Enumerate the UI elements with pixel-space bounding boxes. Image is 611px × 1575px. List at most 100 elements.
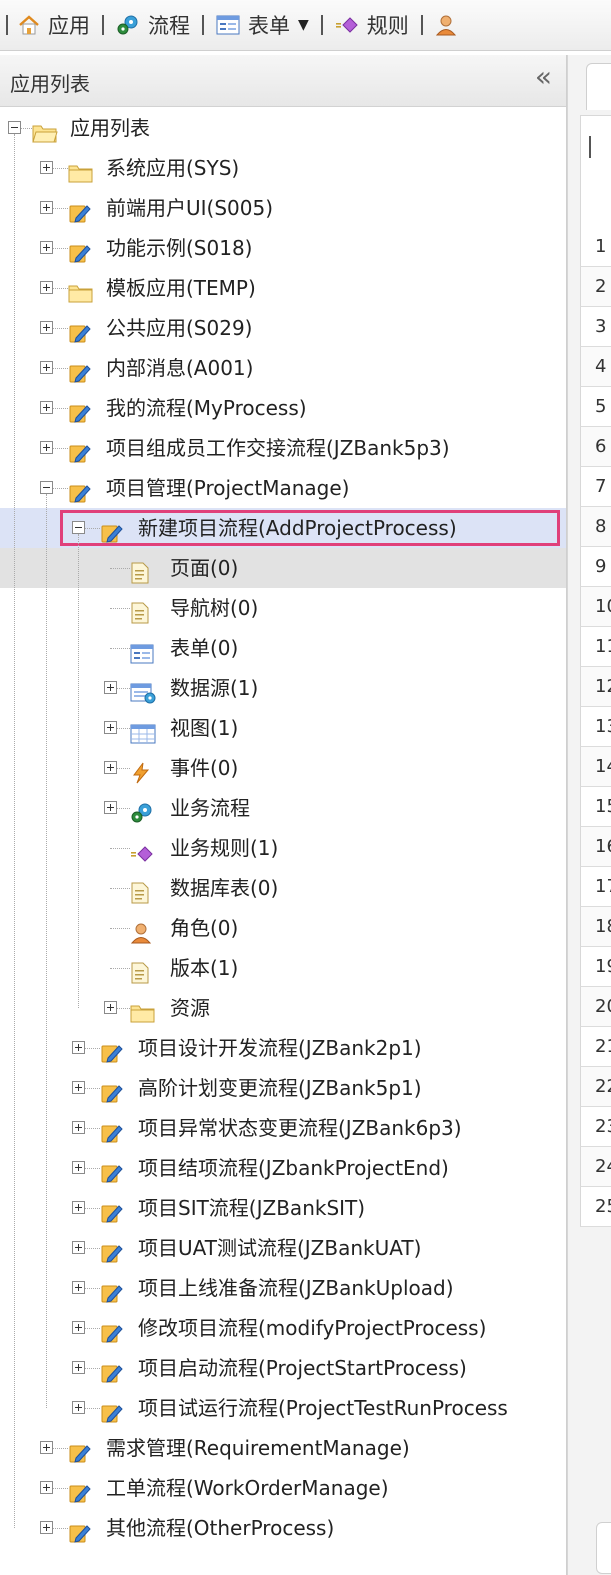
expand-icon[interactable] bbox=[104, 1001, 117, 1014]
tree-node[interactable]: 其他流程(OtherProcess) bbox=[0, 1508, 566, 1548]
tree-connector bbox=[85, 1328, 100, 1329]
collapse-icon[interactable] bbox=[8, 121, 21, 134]
expand-icon[interactable] bbox=[72, 1121, 85, 1134]
tree-node[interactable]: 模板应用(TEMP) bbox=[0, 268, 566, 308]
grid-row-number[interactable]: 16 bbox=[580, 827, 611, 867]
expand-icon[interactable] bbox=[40, 281, 53, 294]
tree-node[interactable]: 项目启动流程(ProjectStartProcess) bbox=[0, 1348, 566, 1388]
tree-node[interactable]: 导航树(0) bbox=[0, 588, 566, 628]
expand-icon[interactable] bbox=[72, 1241, 85, 1254]
tree-node[interactable]: 内部消息(A001) bbox=[0, 348, 566, 388]
tree-node[interactable]: 新建项目流程(AddProjectProcess) bbox=[0, 508, 566, 548]
grid-row-number[interactable]: 8 bbox=[580, 507, 611, 547]
tree-node[interactable]: 公共应用(S029) bbox=[0, 308, 566, 348]
expand-icon[interactable] bbox=[40, 1521, 53, 1534]
toolbar-rule-button[interactable]: 规则 bbox=[335, 10, 409, 40]
expand-icon[interactable] bbox=[72, 1201, 85, 1214]
grid-row-number[interactable]: 9 bbox=[580, 547, 611, 587]
tree-node[interactable]: 工单流程(WorkOrderManage) bbox=[0, 1468, 566, 1508]
tree-node[interactable]: 表单(0) bbox=[0, 628, 566, 668]
expand-icon[interactable] bbox=[40, 1481, 53, 1494]
tree-node[interactable]: 需求管理(RequirementManage) bbox=[0, 1428, 566, 1468]
expand-icon[interactable] bbox=[40, 321, 53, 334]
tree-node[interactable]: 页面(0) bbox=[0, 548, 566, 588]
content-tab[interactable] bbox=[586, 63, 611, 110]
collapse-panel-button[interactable]: « bbox=[535, 63, 552, 91]
grid-row-number[interactable]: 24 bbox=[580, 1147, 611, 1187]
toolbar-form-button[interactable]: 表单 ▼ bbox=[216, 10, 309, 40]
grid-pager-button[interactable] bbox=[596, 1522, 611, 1574]
grid-row-number[interactable]: 4 bbox=[580, 347, 611, 387]
expand-icon[interactable] bbox=[104, 801, 117, 814]
grid-row-number[interactable]: 2 bbox=[580, 267, 611, 307]
expand-icon[interactable] bbox=[40, 201, 53, 214]
expand-icon[interactable] bbox=[40, 161, 53, 174]
tree-node[interactable]: 高阶计划变更流程(JZBank5p1) bbox=[0, 1068, 566, 1108]
tree-node[interactable]: 系统应用(SYS) bbox=[0, 148, 566, 188]
collapse-icon[interactable] bbox=[72, 521, 85, 534]
grid-row-number[interactable]: 6 bbox=[580, 427, 611, 467]
grid-row-number[interactable]: 3 bbox=[580, 307, 611, 347]
expand-icon[interactable] bbox=[40, 1441, 53, 1454]
grid-row-number[interactable]: 15 bbox=[580, 787, 611, 827]
tree-node[interactable]: 项目设计开发流程(JZBank2p1) bbox=[0, 1028, 566, 1068]
toolbar-user-button[interactable] bbox=[435, 14, 465, 36]
expand-icon[interactable] bbox=[104, 681, 117, 694]
grid-row-number[interactable]: 22 bbox=[580, 1067, 611, 1107]
grid-row-number[interactable]: 12 bbox=[580, 667, 611, 707]
tree-node[interactable]: 项目异常状态变更流程(JZBank6p3) bbox=[0, 1108, 566, 1148]
toolbar-home-button[interactable]: 应用 bbox=[18, 10, 90, 40]
expand-icon[interactable] bbox=[72, 1161, 85, 1174]
expand-icon[interactable] bbox=[40, 401, 53, 414]
tree-node[interactable]: 事件(0) bbox=[0, 748, 566, 788]
expand-icon[interactable] bbox=[104, 761, 117, 774]
tree-node[interactable]: 前端用户UI(S005) bbox=[0, 188, 566, 228]
expand-icon[interactable] bbox=[72, 1361, 85, 1374]
tree-node[interactable]: 应用列表 bbox=[0, 108, 566, 148]
tree-node[interactable]: 项目上线准备流程(JZBankUpload) bbox=[0, 1268, 566, 1308]
tree-node[interactable]: 项目试运行流程(ProjectTestRunProcess bbox=[0, 1388, 566, 1428]
toolbar-gears-button[interactable]: 流程 bbox=[116, 10, 190, 40]
tree-node[interactable]: 视图(1) bbox=[0, 708, 566, 748]
grid-row-number[interactable]: 25 bbox=[580, 1187, 611, 1227]
expand-icon[interactable] bbox=[72, 1081, 85, 1094]
tree-node[interactable]: 业务规则(1) bbox=[0, 828, 566, 868]
tree-node[interactable]: 业务流程 bbox=[0, 788, 566, 828]
grid-row-number[interactable]: 1 bbox=[580, 227, 611, 267]
tree-node[interactable]: 数据源(1) bbox=[0, 668, 566, 708]
expand-icon[interactable] bbox=[72, 1401, 85, 1414]
tree-node[interactable]: 数据库表(0) bbox=[0, 868, 566, 908]
expand-icon[interactable] bbox=[40, 361, 53, 374]
expand-icon[interactable] bbox=[72, 1041, 85, 1054]
tree-node[interactable]: 我的流程(MyProcess) bbox=[0, 388, 566, 428]
grid-row-number[interactable]: 18 bbox=[580, 907, 611, 947]
tree-node[interactable]: 版本(1) bbox=[0, 948, 566, 988]
grid-row-number[interactable]: 10 bbox=[580, 587, 611, 627]
tree-node[interactable]: 功能示例(S018) bbox=[0, 228, 566, 268]
chevron-down-icon[interactable]: ▼ bbox=[298, 17, 309, 33]
tree-node[interactable]: 角色(0) bbox=[0, 908, 566, 948]
tree-node[interactable]: 项目UAT测试流程(JZBankUAT) bbox=[0, 1228, 566, 1268]
grid-row-number[interactable]: 21 bbox=[580, 1027, 611, 1067]
grid-row-number[interactable]: 5 bbox=[580, 387, 611, 427]
grid-row-number[interactable]: 23 bbox=[580, 1107, 611, 1147]
tree-node[interactable]: 修改项目流程(modifyProjectProcess) bbox=[0, 1308, 566, 1348]
grid-row-number[interactable]: 20 bbox=[580, 987, 611, 1027]
tree-node[interactable]: 项目结项流程(JZbankProjectEnd) bbox=[0, 1148, 566, 1188]
expand-icon[interactable] bbox=[40, 241, 53, 254]
tree-node[interactable]: 项目组成员工作交接流程(JZBank5p3) bbox=[0, 428, 566, 468]
expand-icon[interactable] bbox=[72, 1321, 85, 1334]
collapse-icon[interactable] bbox=[40, 481, 53, 494]
tree-node[interactable]: 资源 bbox=[0, 988, 566, 1028]
grid-row-number[interactable]: 7 bbox=[580, 467, 611, 507]
expand-icon[interactable] bbox=[104, 721, 117, 734]
grid-row-number[interactable]: 19 bbox=[580, 947, 611, 987]
grid-row-number[interactable]: 11 bbox=[580, 627, 611, 667]
grid-row-number[interactable]: 17 bbox=[580, 867, 611, 907]
grid-row-number[interactable]: 13 bbox=[580, 707, 611, 747]
expand-icon[interactable] bbox=[40, 441, 53, 454]
grid-row-number[interactable]: 14 bbox=[580, 747, 611, 787]
expand-icon[interactable] bbox=[72, 1281, 85, 1294]
tree-node[interactable]: 项目管理(ProjectManage) bbox=[0, 468, 566, 508]
tree-node[interactable]: 项目SIT流程(JZBankSIT) bbox=[0, 1188, 566, 1228]
